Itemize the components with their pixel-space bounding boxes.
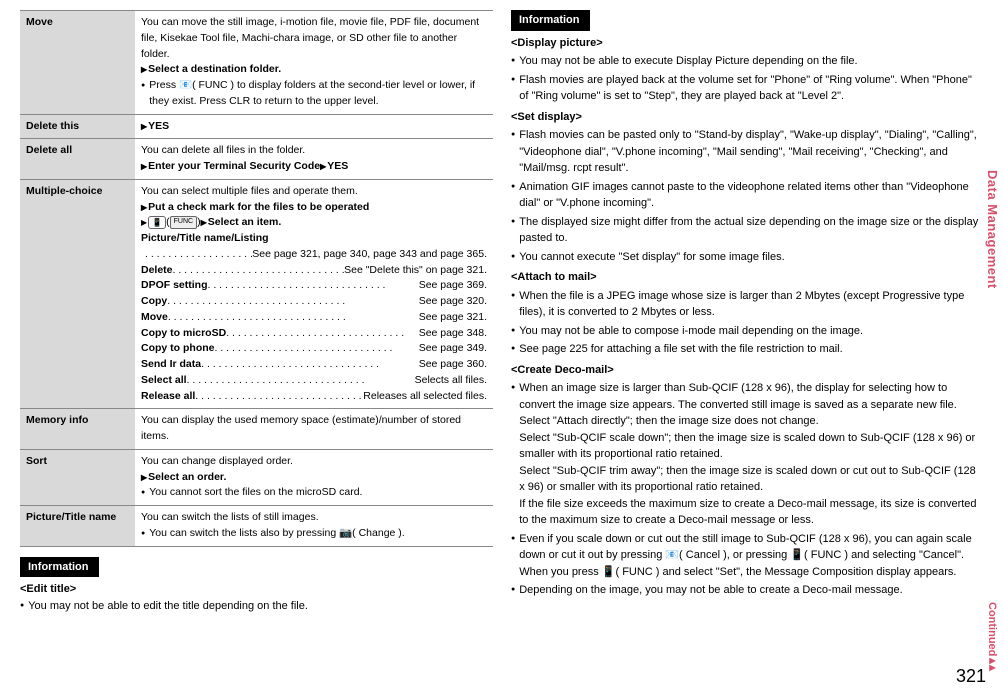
info-sections: <Display picture>You may not be able to … [511, 35, 984, 599]
row-deletethis-label: Delete this [20, 114, 135, 139]
info-bullet: When an image size is larger than Sub-QC… [511, 380, 984, 529]
list-item: Select allSelects all files. [141, 373, 487, 389]
continued-indicator: Continued [984, 602, 1001, 670]
section-title: <Display picture> [511, 35, 984, 52]
info-bullet: Flash movies can be pasted only to "Stan… [511, 127, 984, 177]
row-move-label: Move [20, 11, 135, 115]
section-title: <Set display> [511, 109, 984, 126]
information-header-left: Information [20, 557, 99, 578]
list-item: DeleteSee "Delete this" on page 321. [141, 263, 487, 279]
list-item: Send Ir dataSee page 360. [141, 357, 487, 373]
section-title: <Attach to mail> [511, 269, 984, 286]
row-sort-body: You can change displayed order. Select a… [135, 449, 493, 505]
list-item: Copy to microSDSee page 348. [141, 326, 487, 342]
edit-title-note: You may not be able to edit the title de… [20, 598, 493, 615]
info-bullet: Even if you scale down or cut out the st… [511, 531, 984, 581]
list-item: Copy to phoneSee page 349. [141, 341, 487, 357]
info-bullet: Depending on the image, you may not be a… [511, 582, 984, 599]
row-sort-label: Sort [20, 449, 135, 505]
function-table: Move You can move the still image, i-mot… [20, 10, 493, 547]
list-item: MoveSee page 321. [141, 310, 487, 326]
page-number: 321 [956, 663, 986, 690]
row-deleteall-body: You can delete all files in the folder. … [135, 139, 493, 180]
row-memory-body: You can display the used memory space (e… [135, 409, 493, 450]
info-bullet: You cannot execute "Set display" for som… [511, 249, 984, 266]
row-pictitle-label: Picture/Title name [20, 506, 135, 547]
info-bullet: When the file is a JPEG image whose size… [511, 288, 984, 321]
section-title: <Create Deco-mail> [511, 362, 984, 379]
info-bullet: See page 225 for attaching a file set wi… [511, 341, 984, 358]
list-item: Release allReleases all selected files. [141, 389, 487, 405]
row-multi-label: Multiple-choice [20, 179, 135, 409]
row-memory-label: Memory info [20, 409, 135, 450]
row-deletethis-body: YES [135, 114, 493, 139]
info-bullet: Animation GIF images cannot paste to the… [511, 179, 984, 212]
list-item: DPOF settingSee page 369. [141, 278, 487, 294]
info-bullet: You may not be able to compose i-mode ma… [511, 323, 984, 340]
edit-title-heading: <Edit title> [20, 581, 493, 598]
list-item: See page 321, page 340, page 343 and pag… [141, 247, 487, 263]
row-multi-body: You can select multiple files and operat… [135, 179, 493, 409]
info-bullet: You may not be able to execute Display P… [511, 53, 984, 70]
info-bullet: The displayed size might differ from the… [511, 214, 984, 247]
row-deleteall-label: Delete all [20, 139, 135, 180]
side-tab: Data Management [983, 170, 1003, 289]
info-bullet: Flash movies are played back at the volu… [511, 72, 984, 105]
row-move-body: You can move the still image, i-motion f… [135, 11, 493, 115]
row-pictitle-body: You can switch the lists of still images… [135, 506, 493, 547]
information-header-right: Information [511, 10, 590, 31]
list-item: CopySee page 320. [141, 294, 487, 310]
